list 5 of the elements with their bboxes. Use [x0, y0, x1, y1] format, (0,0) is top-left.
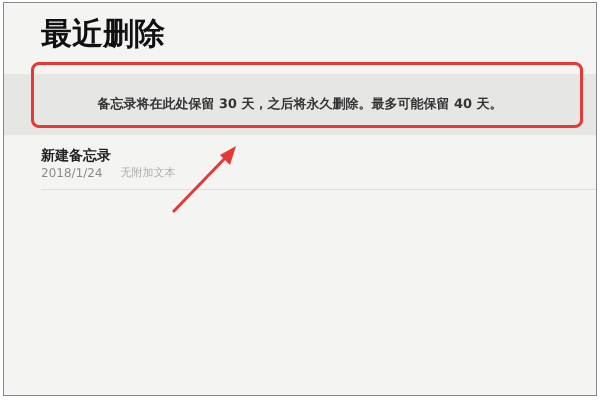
notice-text: 备忘录将在此处保留 30 天，之后将永久删除。最多可能保留 40 天。: [96, 96, 504, 114]
note-date: 2018/1/24: [41, 165, 103, 181]
note-preview: 无附加文本: [120, 165, 176, 181]
page-title: 最近删除: [40, 15, 166, 54]
note-title[interactable]: 新建备忘录: [41, 147, 596, 165]
